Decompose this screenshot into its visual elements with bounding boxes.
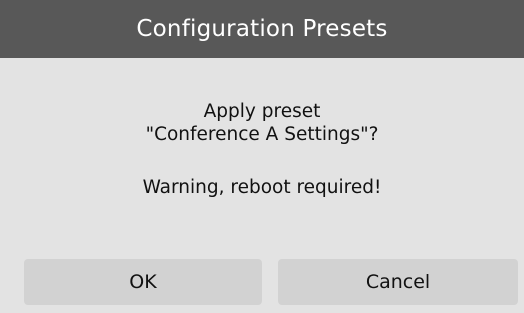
dialog-title: Configuration Presets (136, 16, 388, 42)
message-line-preset-name: "Conference A Settings"? (145, 124, 379, 145)
dialog-message: Apply preset "Conference A Settings"? Wa… (0, 100, 524, 199)
cancel-button-label: Cancel (365, 271, 431, 293)
message-line-apply: Apply preset (203, 101, 321, 122)
cancel-button[interactable]: Cancel (278, 259, 518, 305)
ok-button-label: OK (129, 271, 157, 293)
preset-confirm-dialog: Configuration Presets Apply preset "Conf… (0, 0, 524, 313)
ok-button[interactable]: OK (24, 259, 262, 305)
reboot-warning: Warning, reboot required! (142, 177, 382, 198)
dialog-titlebar: Configuration Presets (0, 0, 524, 58)
